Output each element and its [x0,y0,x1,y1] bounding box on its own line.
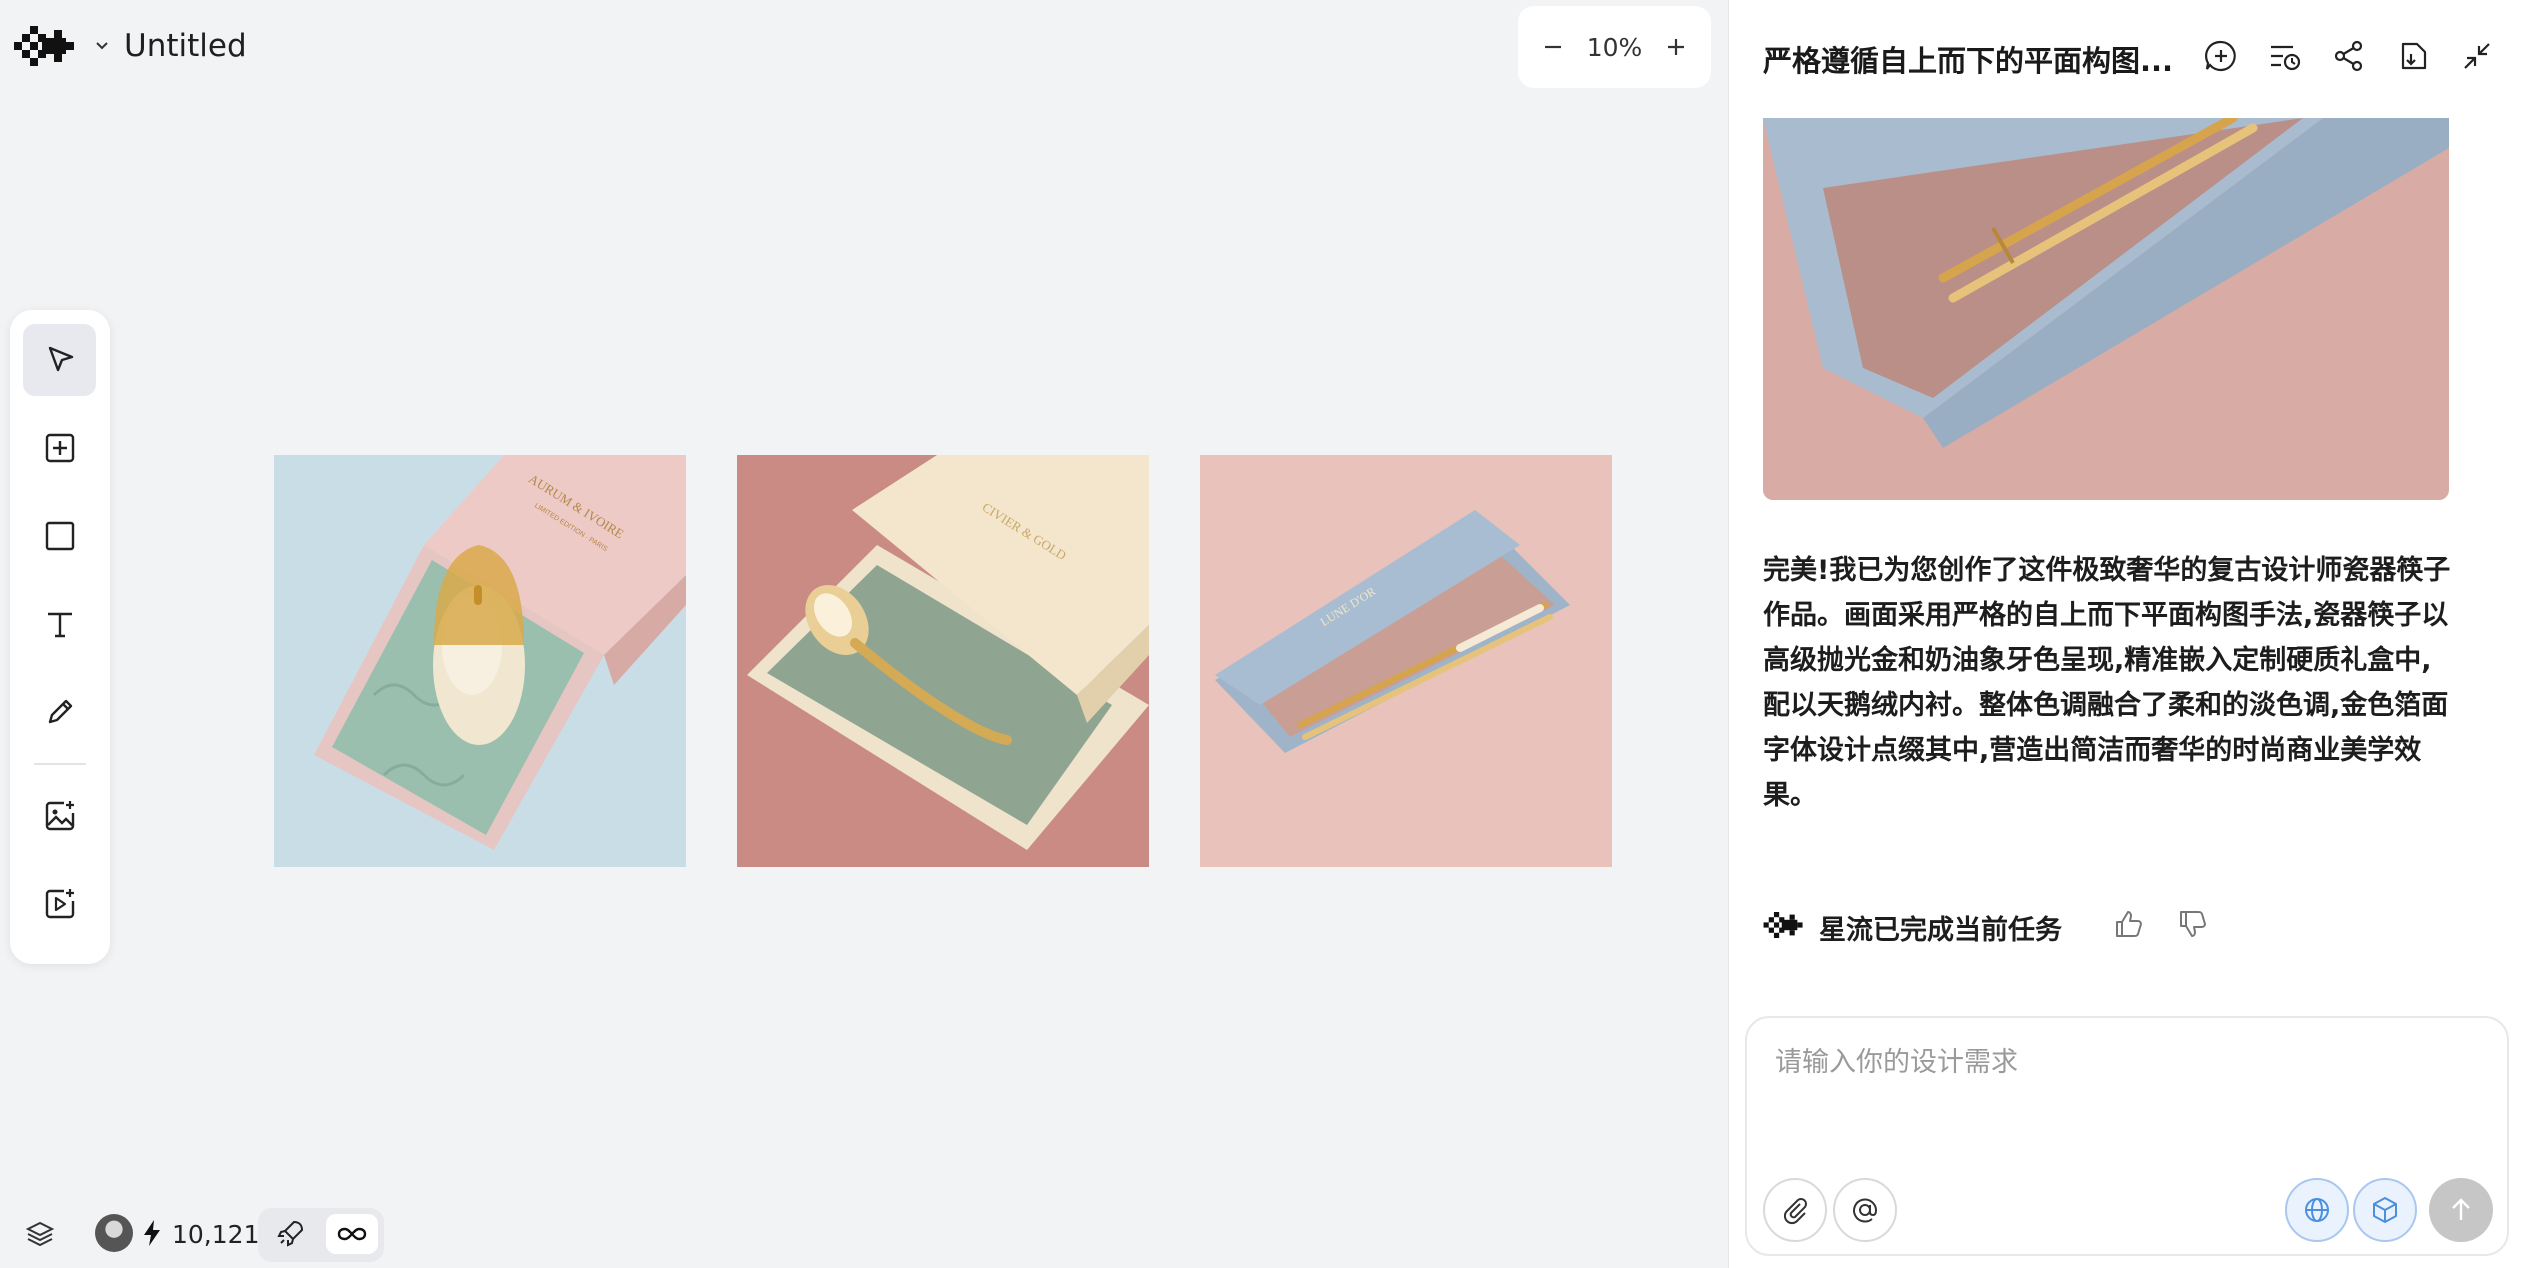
infinity-icon [337,1223,367,1245]
square-icon [42,518,78,554]
artboard-mouse[interactable]: AURUM & IVOIRE LIMITED EDITION · PARIS [274,455,686,867]
artboard-chopsticks[interactable]: LUNE D'OR [1200,455,1612,867]
project-bar: Untitled [0,0,262,92]
model-3d-toggle[interactable] [2353,1178,2417,1242]
zoom-control: 10% [1518,6,1711,88]
paperclip-icon [1780,1195,1810,1225]
assistant-message: 完美!我已为您创作了这件极致奢华的复古设计师瓷器筷子作品。画面采用严格的自上而下… [1763,555,2451,811]
chat-panel: 严格遵循自上而下的平面构图... 完美!我已为您创作了这件极致奢华的复古设计师瓷… [1728,0,2524,1268]
download-icon[interactable] [2395,38,2431,74]
globe-icon [2302,1195,2332,1225]
chevron-down-icon[interactable] [92,36,112,56]
web-search-toggle[interactable] [2285,1178,2349,1242]
chat-composer [1745,1016,2509,1256]
task-status-text: 星流已完成当前任务 [1819,915,2062,946]
credits-count: 10,121 [172,1220,260,1249]
cursor-icon [42,342,78,378]
share-icon[interactable] [2331,38,2367,74]
generate-video-button[interactable] [23,868,96,940]
new-chat-icon[interactable] [2203,38,2239,74]
tool-palette [10,310,110,964]
generate-image-button[interactable] [23,780,96,852]
artboard-spoon[interactable]: CIVIER & GOLD [737,455,1149,867]
bolt-icon [140,1218,164,1248]
pencil-icon [42,694,78,730]
thumbs-up-icon[interactable] [2113,908,2145,940]
text-tool-button[interactable] [23,588,96,660]
zoom-level[interactable]: 10% [1587,33,1643,62]
plus-square-icon [42,430,78,466]
zoom-in-icon[interactable] [1663,34,1689,60]
cube-icon [2370,1195,2400,1225]
canvas[interactable]: Untitled 10% AURUM & IVOIRE LIMITED EDIT… [0,0,1728,1268]
history-icon[interactable] [2267,38,2303,74]
add-frame-button[interactable] [23,412,96,484]
design-request-input[interactable] [1775,1040,2475,1140]
rectangle-tool-button[interactable] [23,500,96,572]
generated-image-preview[interactable] [1763,118,2449,500]
app-logo-icon[interactable] [14,26,80,66]
infinity-mode-button[interactable] [326,1214,378,1254]
text-icon [42,606,78,642]
zoom-out-icon[interactable] [1540,34,1566,60]
send-button[interactable] [2429,1178,2493,1242]
app-logo-icon [1763,912,1807,938]
project-title[interactable]: Untitled [124,28,247,64]
select-tool-button[interactable] [23,324,96,396]
attach-button[interactable] [1763,1178,1827,1242]
avatar[interactable] [95,1214,133,1252]
bottom-bar: 10,121 [0,1206,400,1262]
pen-tool-button[interactable] [23,676,96,748]
collapse-icon[interactable] [2459,38,2495,74]
layers-icon[interactable] [24,1218,56,1250]
at-icon [1850,1195,1880,1225]
chat-title[interactable]: 严格遵循自上而下的平面构图... [1763,38,2183,80]
toolbar-divider [34,763,86,765]
rocket-icon[interactable] [276,1218,306,1248]
thumbs-down-icon[interactable] [2177,908,2209,940]
image-sparkle-icon [42,798,78,834]
chat-header: 严格遵循自上而下的平面构图... [1729,0,2524,118]
mention-button[interactable] [1833,1178,1897,1242]
video-sparkle-icon [42,886,78,922]
task-status-row: 星流已完成当前任务 [1763,904,2463,946]
arrow-up-icon [2446,1195,2476,1225]
